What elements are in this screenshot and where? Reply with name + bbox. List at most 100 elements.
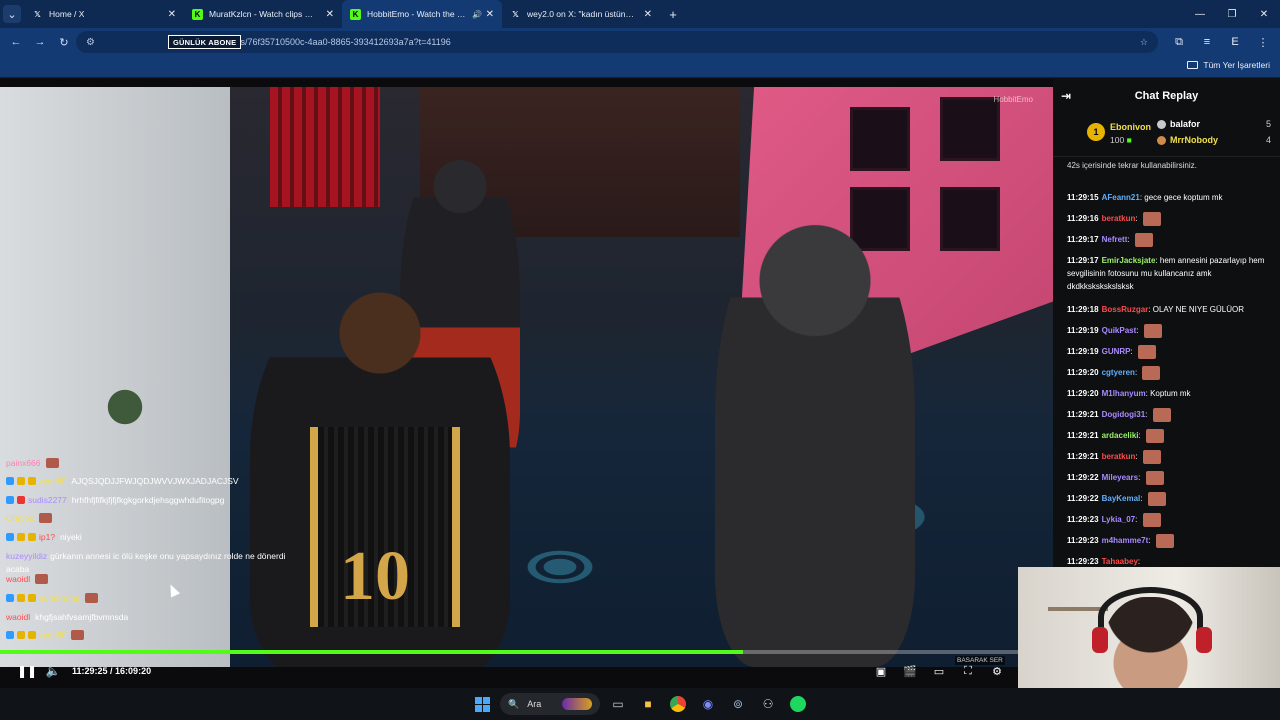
chat-separator: :: [1145, 410, 1150, 420]
tab-muratkzlcn[interactable]: K MuratKzlcn - Watch clips on Ki ✕: [184, 0, 342, 28]
chat-username[interactable]: GUNRP: [1102, 347, 1131, 356]
chat-timestamp: 11:29:20: [1067, 389, 1099, 398]
close-icon[interactable]: ✕: [644, 9, 652, 20]
reload-button[interactable]: ↻: [52, 30, 76, 54]
chat-username[interactable]: ip1?: [39, 532, 55, 542]
star-icon[interactable]: ☆: [1140, 37, 1148, 48]
leaderboard-name: balafor: [1170, 119, 1201, 129]
chat-username[interactable]: beratkun: [1102, 214, 1136, 223]
tab-wey[interactable]: 𝕏 wey2.0 on X: "kadın üstünden r ✕: [502, 0, 660, 28]
chat-timestamp: 11:29:17: [1067, 256, 1099, 265]
chat-username[interactable]: ardaceliki: [1102, 431, 1139, 440]
tab-label: HobbitEmo - Watch the VO: [367, 9, 467, 19]
leaderboard-row[interactable]: balafor 5: [1157, 119, 1271, 129]
chat-username[interactable]: cgtyeren: [1102, 368, 1135, 377]
extensions-icon[interactable]: ⧉: [1166, 36, 1192, 49]
emote-icon: [1152, 408, 1171, 422]
chat-username[interactable]: sudis2277: [28, 495, 67, 505]
spotify-icon[interactable]: [786, 692, 810, 716]
collapse-chat-icon[interactable]: ⇥: [1061, 89, 1071, 103]
back-button[interactable]: ←: [4, 30, 28, 54]
chat-username[interactable]: beratkun: [1102, 452, 1136, 461]
pause-button[interactable]: ❚❚: [14, 658, 40, 684]
headphones: [1098, 587, 1203, 647]
chat-username[interactable]: kuzeyyildiz: [6, 551, 47, 561]
media-icon[interactable]: ≡: [1194, 36, 1220, 48]
profile-avatar[interactable]: E: [1222, 36, 1248, 48]
chat-username[interactable]: BossRuzgar: [1102, 305, 1149, 314]
chat-username[interactable]: Mileyears: [1102, 473, 1138, 482]
chat-username[interactable]: Nefrett: [1102, 235, 1128, 244]
emote-icon: [84, 593, 98, 603]
chat-username[interactable]: M1lhanyum: [1102, 389, 1146, 398]
chat-timestamp: 11:29:15: [1067, 193, 1099, 202]
file-explorer-icon[interactable]: ■: [636, 692, 660, 716]
time-readout: 11:29:25 / 16:09:20: [72, 666, 152, 676]
discord-icon[interactable]: ◉: [696, 692, 720, 716]
chat-username[interactable]: EmirJacksjate: [1102, 256, 1156, 265]
speaker-icon[interactable]: 🔊: [472, 10, 482, 19]
theater-button[interactable]: ▭: [926, 658, 952, 684]
pip-button[interactable]: ▣: [868, 658, 894, 684]
emote-icon: [1142, 366, 1161, 380]
chat-separator: :: [1138, 431, 1143, 441]
forward-button[interactable]: →: [28, 30, 52, 54]
bookmarks-bar: Tüm Yer İşaretleri: [0, 56, 1280, 78]
chat-username[interactable]: Lykia_07: [1102, 515, 1136, 524]
close-icon[interactable]: ✕: [168, 9, 176, 20]
clip-button[interactable]: 🎬: [897, 658, 923, 684]
taskbar-search[interactable]: 🔍 Ara: [500, 693, 600, 715]
app-icon[interactable]: ⚇: [756, 692, 780, 716]
minimize-icon[interactable]: —: [1184, 0, 1216, 28]
close-window-icon[interactable]: ✕: [1248, 0, 1280, 28]
steam-icon[interactable]: ⊚: [726, 692, 750, 716]
current-time: 11:29:25: [72, 666, 108, 676]
search-icon: 🔍: [508, 698, 520, 709]
chat-username[interactable]: BayKemal: [1102, 494, 1141, 503]
top-gifter-name[interactable]: Ebonivon: [1110, 122, 1151, 132]
chat-timestamp: 11:29:16: [1067, 214, 1099, 224]
chat-username[interactable]: nurabrams: [39, 593, 80, 603]
chat-username[interactable]: zynp80: [39, 630, 66, 640]
chat-username[interactable]: m4hamme7t: [1102, 536, 1149, 545]
chat-username[interactable]: AFeann21: [1102, 193, 1140, 202]
chat-timestamp: 11:29:19: [1067, 326, 1099, 336]
video-player[interactable]: 10 HobbitEmo painx666 zynp80 AJQSJQDJJFWJQ…: [0, 87, 1053, 667]
chat-overlay-line: nurabrams: [6, 593, 98, 603]
task-view-icon[interactable]: ▭: [606, 692, 630, 716]
tab-hobbitemo[interactable]: K HobbitEmo - Watch the VO 🔊 ✕: [342, 0, 502, 28]
close-icon[interactable]: ✕: [486, 9, 494, 20]
volume-button[interactable]: 🔈: [40, 658, 66, 684]
chat-message: 11:29:19 GUNRP:: [1067, 345, 1273, 359]
silver-medal-icon: [1157, 119, 1166, 129]
chat-message: 11:29:22 Mileyears:: [1067, 471, 1273, 485]
restore-icon[interactable]: ❐: [1216, 0, 1248, 28]
chat-username[interactable]: Dogidogi31: [1102, 410, 1146, 419]
emote-icon: [1142, 212, 1161, 226]
bookmarks-folder[interactable]: Tüm Yer İşaretleri: [1187, 60, 1270, 70]
chat-username[interactable]: zynp80: [39, 476, 66, 486]
total-time: 16:09:20: [115, 666, 152, 676]
start-button[interactable]: [470, 692, 494, 716]
chat-username[interactable]: Tahaabey: [1102, 557, 1138, 566]
chrome-icon[interactable]: [666, 692, 690, 716]
close-icon[interactable]: ✕: [326, 9, 334, 20]
arrow-left-icon: ←: [10, 36, 22, 48]
chat-message-text: gece gece koptum mk: [1144, 193, 1223, 202]
chat-username[interactable]: painx666: [6, 458, 41, 468]
chat-username[interactable]: Onryo0: [6, 513, 34, 523]
chat-username[interactable]: waoidl: [6, 574, 30, 584]
url-field[interactable]: ⚙ emo/videos/76f357105 00c-4aa0-8865-3934…: [76, 31, 1158, 53]
new-tab-button[interactable]: +: [660, 0, 686, 28]
chat-message: 11:29:17 EmirJacksjate: hem annesini paza…: [1067, 254, 1273, 293]
leaderboard-row[interactable]: MrrNobody 4: [1157, 135, 1271, 145]
site-info-icon[interactable]: ⚙: [86, 37, 95, 48]
chat-username[interactable]: QuikPast: [1102, 326, 1137, 335]
chat-username[interactable]: waoidl: [6, 612, 30, 622]
chat-timestamp: 11:29:20: [1067, 368, 1099, 378]
tab-home-x[interactable]: 𝕏 Home / X ✕: [24, 0, 184, 28]
search-placeholder: Ara: [527, 699, 542, 709]
tab-search-button[interactable]: ⌄: [0, 0, 24, 28]
menu-dots-icon[interactable]: ⋮: [1250, 36, 1276, 49]
chat-timestamp: 11:29:17: [1067, 235, 1099, 245]
